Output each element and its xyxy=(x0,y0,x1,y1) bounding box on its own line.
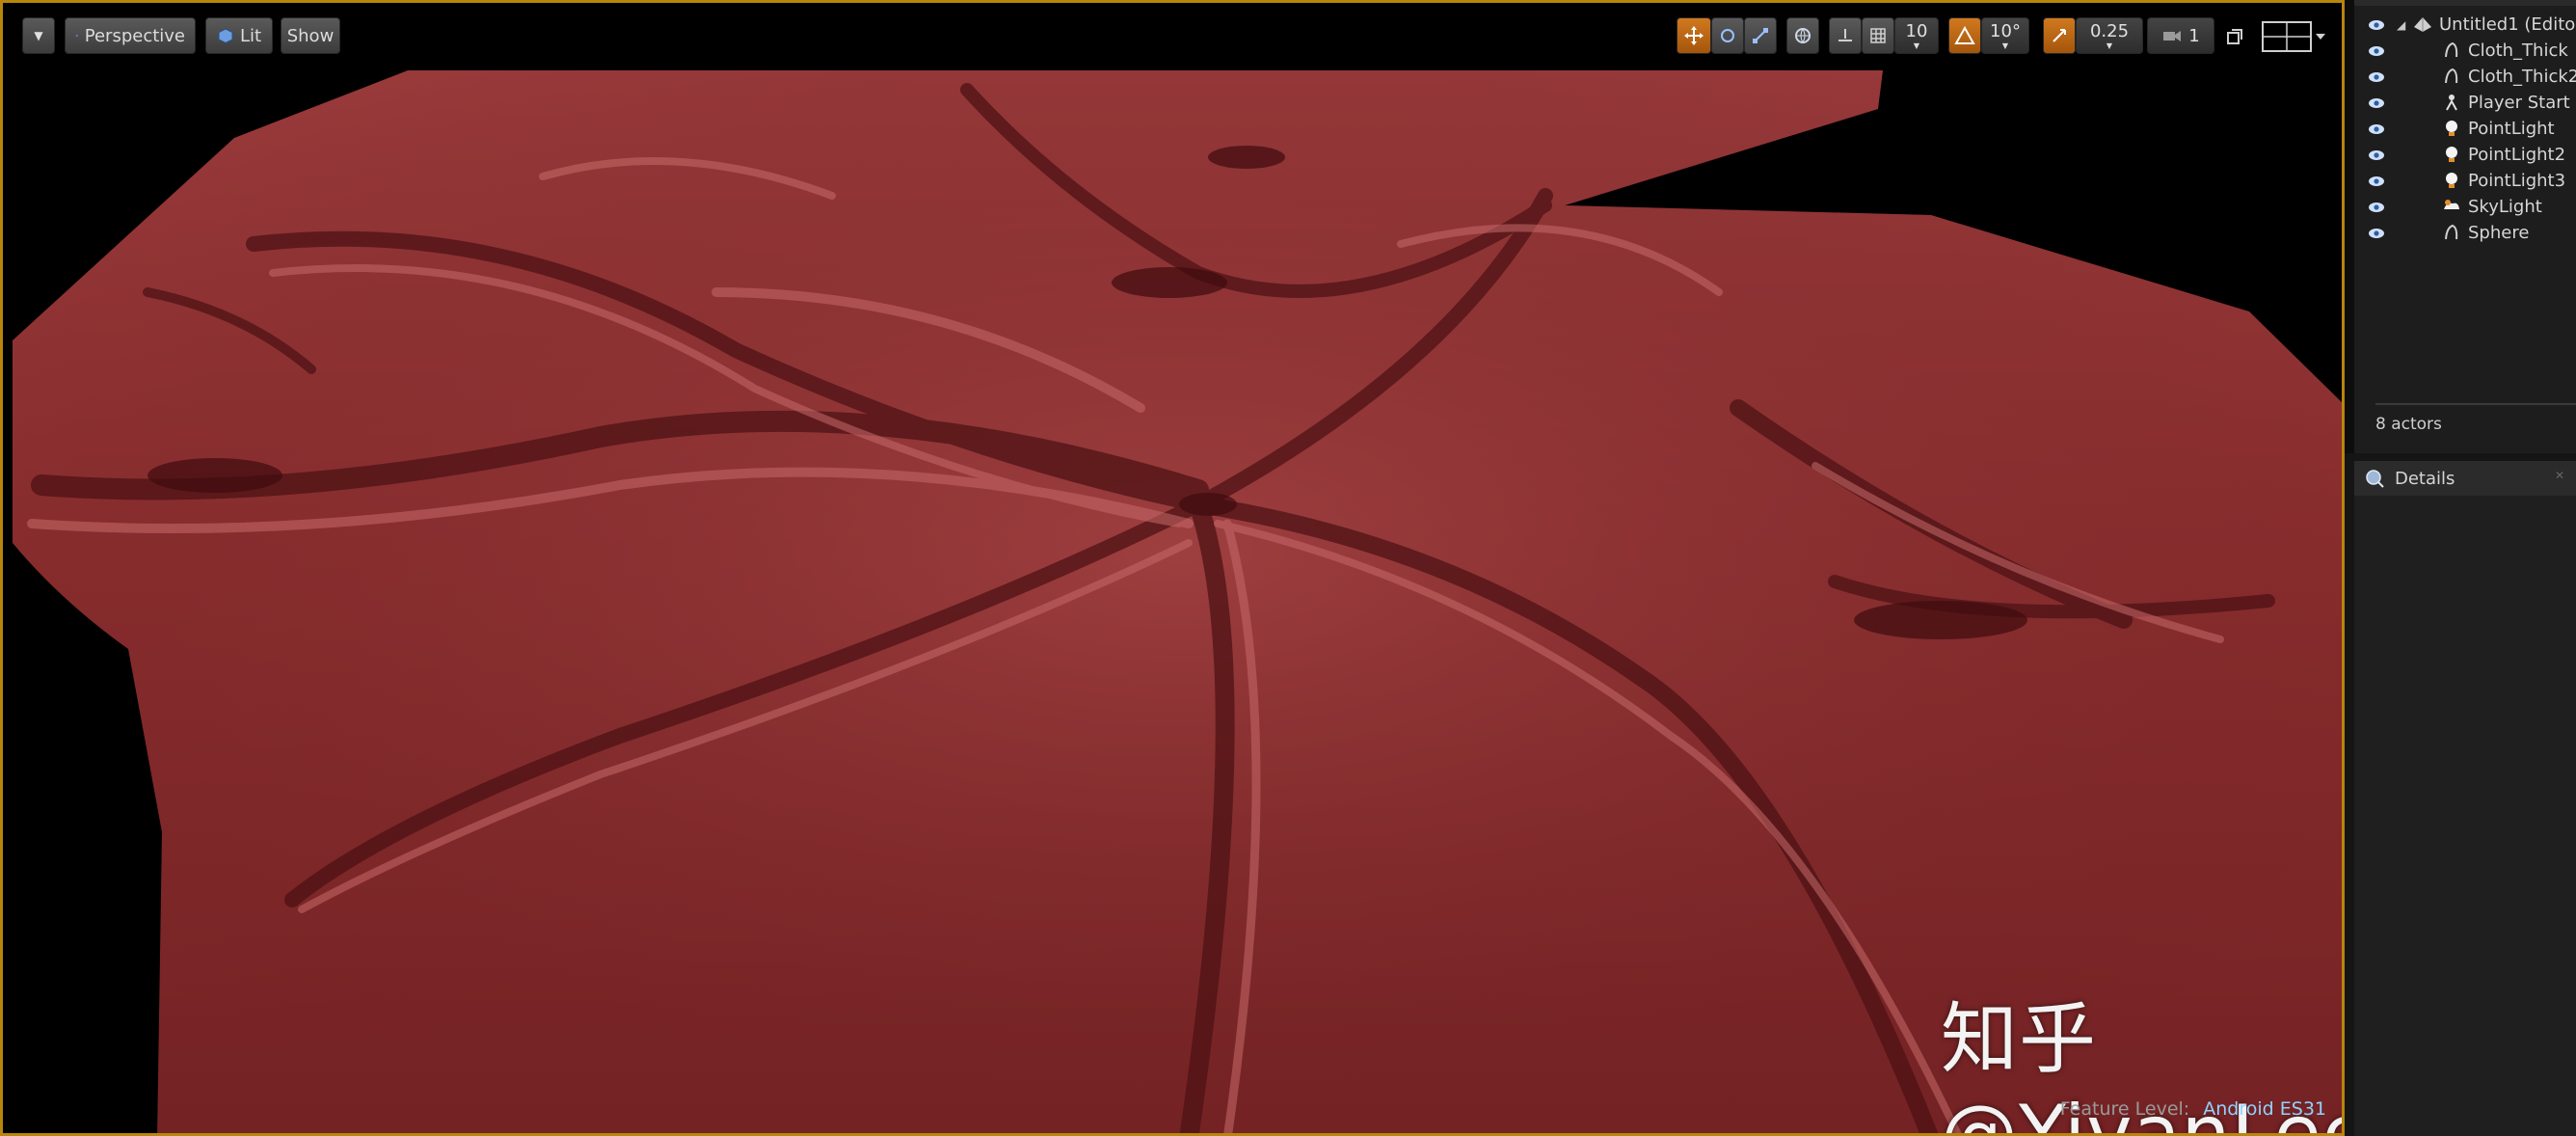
show-flags-button[interactable]: Show xyxy=(281,17,340,54)
outliner-item-label: Cloth_Thick2 xyxy=(2468,67,2576,87)
world-outliner: ◢ Untitled1 (Editor) Cloth_Thick Cloth_T… xyxy=(2345,0,2576,453)
rotation-snap-toggle-button[interactable] xyxy=(1948,17,1981,54)
right-panel: ◢ Untitled1 (Editor) Cloth_Thick Cloth_T… xyxy=(2345,0,2576,1136)
eye-icon[interactable] xyxy=(2368,19,2385,31)
eye-icon[interactable] xyxy=(2368,123,2385,135)
chevron-down-icon: ▼ xyxy=(2106,41,2113,50)
point-light-icon xyxy=(2446,147,2457,162)
world-local-toggle-button[interactable] xyxy=(1786,17,1819,54)
show-label: Show xyxy=(286,25,335,46)
outliner-row[interactable]: PointLight2 xyxy=(2354,142,2576,168)
surface-snap-icon xyxy=(1838,29,1852,41)
outliner-item-label: Untitled1 (Editor) xyxy=(2439,14,2576,35)
outliner-item-label: PointLight xyxy=(2468,119,2555,139)
camera-speed-icon xyxy=(2163,31,2182,41)
details-magnifier-icon xyxy=(2366,470,2384,488)
grid-snap-value-dropdown[interactable]: 10 ▼ xyxy=(1894,17,1939,54)
rotation-snap-value: 10° xyxy=(1990,21,2021,41)
perspective-button[interactable]: Perspective xyxy=(65,17,196,54)
outliner-item-label: Sphere xyxy=(2468,223,2530,243)
feature-level-indicator: Feature Level: Android ES31 xyxy=(2060,1098,2326,1120)
rotate-tool-button[interactable] xyxy=(1711,17,1744,54)
viewport-options-button[interactable]: ▼ xyxy=(22,17,55,54)
translate-arrows-icon xyxy=(1684,26,1704,45)
point-light-icon xyxy=(2446,121,2457,136)
point-light-icon xyxy=(2446,173,2457,188)
lit-cube-icon xyxy=(218,28,233,44)
details-tab-label: Details xyxy=(2395,468,2455,489)
rotation-snap-icon xyxy=(1954,26,1975,44)
chevron-down-icon: ▼ xyxy=(34,29,43,42)
tab-details[interactable]: Details ✕ xyxy=(2354,461,2576,496)
camera-speed-dropdown[interactable]: 1 xyxy=(2147,17,2214,54)
details-panel xyxy=(2354,496,2576,1136)
viewport-layout-button[interactable] xyxy=(2261,20,2328,53)
grid-snap-toggle-button[interactable] xyxy=(1862,17,1894,54)
translate-tool-button[interactable] xyxy=(1677,17,1711,54)
grid-icon xyxy=(1870,28,1886,43)
perspective-camera-icon xyxy=(75,35,79,37)
eye-icon[interactable] xyxy=(2368,176,2385,187)
outliner-divider xyxy=(2375,403,2576,405)
perspective-label: Perspective xyxy=(84,25,185,46)
actor-icon xyxy=(2445,224,2458,240)
rotate-icon xyxy=(1721,29,1734,42)
cloth-scene xyxy=(13,70,2342,1133)
surface-snap-button[interactable] xyxy=(1829,17,1862,54)
view-mode-lit-button[interactable]: Lit xyxy=(205,17,273,54)
outliner-row[interactable]: Player Start xyxy=(2354,90,2576,116)
eye-icon[interactable] xyxy=(2368,71,2385,83)
outliner-item-label: SkyLight xyxy=(2468,197,2542,217)
close-tab-icon[interactable]: ✕ xyxy=(2555,469,2564,482)
scale-snap-icon xyxy=(2053,29,2066,42)
scale-icon xyxy=(1753,28,1768,43)
eye-icon[interactable] xyxy=(2368,97,2385,109)
outliner-row[interactable]: PointLight3 xyxy=(2354,168,2576,194)
scale-snap-value-dropdown[interactable]: 0.25 ▼ xyxy=(2076,17,2143,54)
outliner-header xyxy=(2354,0,2576,6)
lit-label: Lit xyxy=(239,25,262,46)
actor-icon xyxy=(2445,41,2458,58)
scale-snap-toggle-button[interactable] xyxy=(2043,17,2076,54)
outliner-row[interactable]: PointLight xyxy=(2354,116,2576,142)
outliner-row[interactable]: SkyLight xyxy=(2354,194,2576,220)
eye-icon[interactable] xyxy=(2368,45,2385,57)
viewport-toolbar: ▼ Perspective Lit Show 10 ▼ 10° ▼ 0.25 ▼… xyxy=(3,3,2342,68)
actor-count: 8 actors xyxy=(2375,415,2442,434)
scale-tool-button[interactable] xyxy=(1744,17,1777,54)
eye-icon[interactable] xyxy=(2368,202,2385,213)
outliner-item-label: PointLight3 xyxy=(2468,171,2566,191)
feature-level-value[interactable]: Android ES31 xyxy=(2203,1098,2326,1120)
actor-icon xyxy=(2445,68,2458,84)
chevron-down-icon: ▼ xyxy=(2001,41,2009,50)
outliner-item-label: Player Start xyxy=(2468,93,2570,113)
scale-snap-value: 0.25 xyxy=(2089,21,2130,41)
outliner-row[interactable]: Cloth_Thick xyxy=(2354,38,2576,64)
restore-window-icon xyxy=(2227,29,2242,44)
globe-icon xyxy=(1795,28,1811,44)
chevron-down-icon: ▼ xyxy=(1913,41,1920,50)
grid-snap-value: 10 xyxy=(1905,21,1928,41)
player-start-icon xyxy=(2446,95,2457,111)
feature-level-label: Feature Level: xyxy=(2059,1098,2190,1120)
sky-light-icon xyxy=(2444,200,2459,209)
rotation-snap-value-dropdown[interactable]: 10° ▼ xyxy=(1981,17,2029,54)
outliner-row-level[interactable]: ◢ Untitled1 (Editor) xyxy=(2354,12,2576,38)
layout-grid-icon xyxy=(2262,21,2325,52)
expand-arrow-icon[interactable]: ◢ xyxy=(2397,18,2405,32)
level-icon xyxy=(2414,17,2431,32)
eye-icon[interactable] xyxy=(2368,228,2385,239)
outliner-item-label: Cloth_Thick xyxy=(2468,41,2568,61)
outliner-item-label: PointLight2 xyxy=(2468,145,2566,165)
maximize-viewport-button[interactable] xyxy=(2224,26,2245,47)
camera-speed-value: 1 xyxy=(2188,25,2200,46)
level-viewport[interactable]: ▼ Perspective Lit Show 10 ▼ 10° ▼ 0.25 ▼… xyxy=(0,0,2345,1136)
eye-icon[interactable] xyxy=(2368,149,2385,161)
outliner-row[interactable]: Sphere xyxy=(2354,220,2576,246)
outliner-row[interactable]: Cloth_Thick2 xyxy=(2354,64,2576,90)
